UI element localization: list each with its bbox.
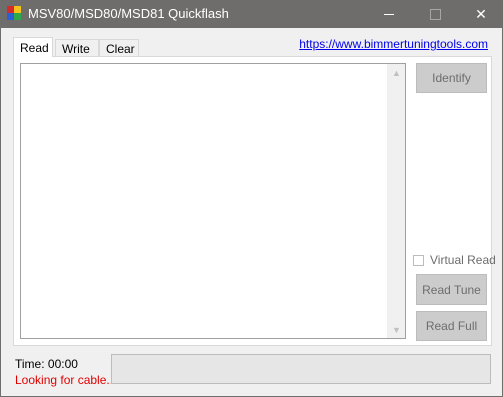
scroll-down-icon[interactable]: ▼ <box>388 321 405 338</box>
window-title: MSV80/MSD80/MSD81 Quickflash <box>28 6 229 21</box>
read-full-button[interactable]: Read Full <box>416 311 487 341</box>
title-bar[interactable]: MSV80/MSD80/MSD81 Quickflash ✕ <box>1 0 503 28</box>
minimize-button[interactable] <box>366 0 412 28</box>
close-button[interactable]: ✕ <box>458 0 503 28</box>
elapsed-time: Time: 00:00 <box>15 357 78 371</box>
log-scrollbar[interactable]: ▲ ▼ <box>387 64 405 338</box>
virtual-read-option[interactable]: Virtual Read <box>413 253 496 267</box>
app-window: MSV80/MSD80/MSD81 Quickflash ✕ Read Writ… <box>0 0 503 397</box>
close-icon: ✕ <box>475 5 487 22</box>
progress-bar <box>111 354 491 384</box>
virtual-read-label: Virtual Read <box>430 253 496 267</box>
minimize-icon <box>384 13 394 15</box>
maximize-icon <box>429 8 441 20</box>
status-message: Looking for cable.. <box>15 373 114 387</box>
read-tune-button[interactable]: Read Tune <box>416 274 487 305</box>
maximize-button <box>412 0 458 28</box>
tab-clear[interactable]: Clear <box>99 39 139 56</box>
virtual-read-checkbox[interactable] <box>413 254 424 266</box>
read-tab-panel: ▲ ▼ Identify Virtual Read Read Tune Read… <box>13 56 496 346</box>
tab-write[interactable]: Write <box>55 39 99 56</box>
log-textbox[interactable]: ▲ ▼ <box>20 63 406 339</box>
app-icon <box>7 6 21 20</box>
tab-read[interactable]: Read <box>13 37 53 57</box>
scroll-up-icon[interactable]: ▲ <box>388 64 405 81</box>
identify-button[interactable]: Identify <box>416 63 487 93</box>
website-link[interactable]: https://www.bimmertuningtools.com <box>299 37 488 51</box>
